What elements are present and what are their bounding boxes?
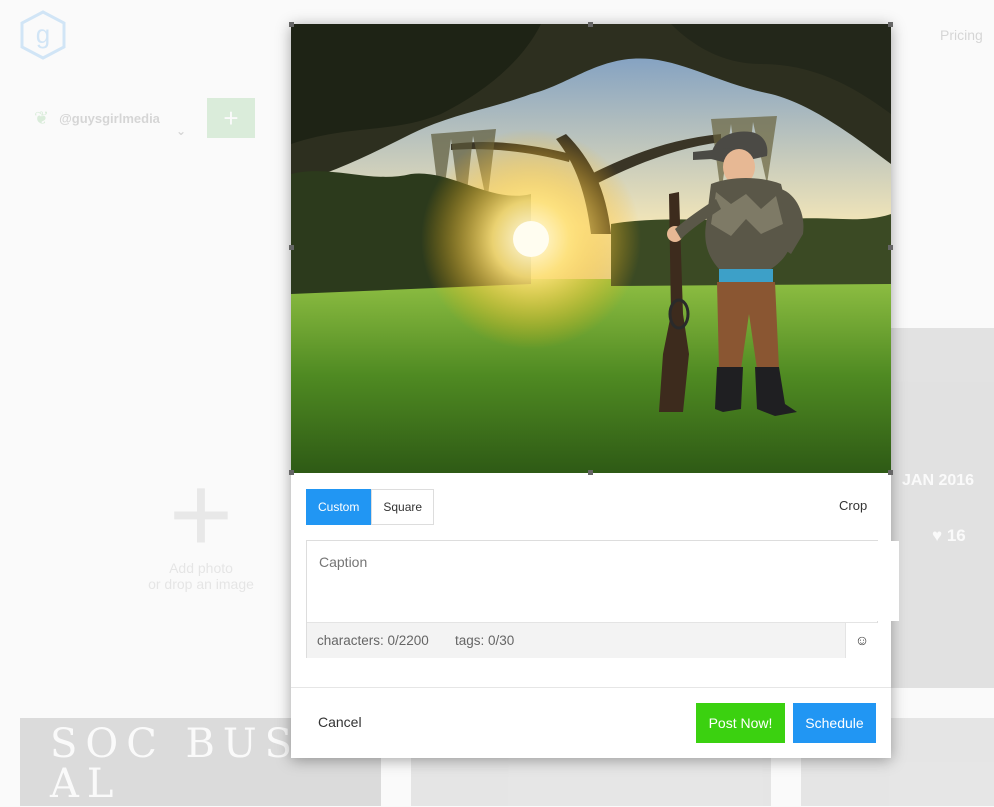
add-photo-label: Add photo	[169, 560, 233, 576]
account-handle: @guysgirlmedia	[59, 111, 160, 126]
emoji-icon[interactable]: ☺	[845, 623, 878, 658]
logo-icon: g	[20, 10, 66, 60]
cancel-button[interactable]: Cancel	[318, 714, 362, 730]
crop-handle[interactable]	[888, 470, 893, 475]
tab-custom[interactable]: Custom	[306, 489, 372, 525]
crop-handle[interactable]	[588, 470, 593, 475]
post-card[interactable]: JAN 2016 ♥ 16	[890, 328, 994, 688]
caption-footer: characters: 0/2200 tags: 0/30 ☺	[307, 622, 878, 658]
crop-handle[interactable]	[888, 22, 893, 27]
leaf-icon: ❦	[34, 108, 50, 128]
heart-icon: ♥	[932, 526, 943, 545]
crop-handle[interactable]	[289, 245, 294, 250]
account-selector[interactable]: ❦ @guysgirlmedia ⌄	[34, 108, 186, 138]
post-now-button[interactable]: Post Now!	[696, 703, 785, 743]
post-date: JAN 2016	[902, 472, 975, 489]
tags-counter: tags: 0/30	[455, 633, 515, 648]
drop-image-label: or drop an image	[148, 576, 254, 592]
post-likes: ♥ 16	[932, 526, 966, 545]
crop-mode-tabs: Custom Square	[306, 489, 435, 525]
crop-button[interactable]: Crop	[839, 498, 867, 513]
tab-square[interactable]: Square	[371, 489, 435, 525]
photo-image	[291, 24, 891, 473]
footer-divider	[291, 687, 891, 688]
post-editor-modal: Custom Square Crop characters: 0/2200 ta…	[289, 22, 899, 758]
svg-text:g: g	[36, 19, 50, 49]
add-photo-dropzone[interactable]: + Add photo or drop an image	[140, 453, 262, 593]
plus-icon: +	[168, 453, 234, 576]
caption-input[interactable]	[307, 541, 899, 621]
nav-pricing-link[interactable]: Pricing	[940, 27, 983, 43]
characters-counter: characters: 0/2200	[317, 633, 429, 648]
schedule-button[interactable]: Schedule	[793, 703, 876, 743]
caption-box: characters: 0/2200 tags: 0/30 ☺	[306, 540, 899, 658]
crop-handle[interactable]	[888, 245, 893, 250]
crop-handle[interactable]	[588, 22, 593, 27]
add-account-button[interactable]: +	[207, 98, 255, 138]
crop-handle[interactable]	[289, 22, 294, 27]
crop-handle[interactable]	[289, 470, 294, 475]
chevron-down-icon: ⌄	[176, 124, 187, 138]
post-photo[interactable]	[291, 24, 891, 473]
